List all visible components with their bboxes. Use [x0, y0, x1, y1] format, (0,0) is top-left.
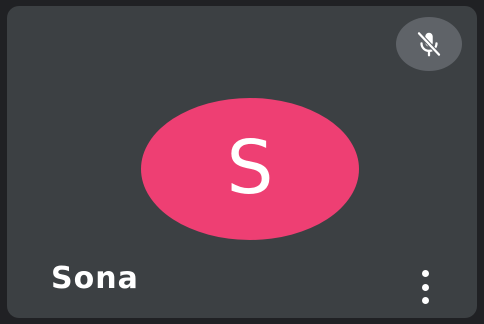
more-vert-icon-dot	[421, 297, 429, 304]
avatar-initial: S	[226, 125, 274, 211]
more-vert-icon-dot	[421, 270, 429, 277]
participant-name: Sona	[51, 261, 139, 296]
participant-tile[interactable]: S Sona	[7, 6, 477, 318]
mic-off-button[interactable]	[396, 17, 462, 71]
more-vert-icon-dot	[421, 283, 429, 291]
more-options-button[interactable]	[410, 264, 440, 310]
avatar: S	[141, 98, 359, 240]
mic-off-icon	[416, 31, 442, 57]
